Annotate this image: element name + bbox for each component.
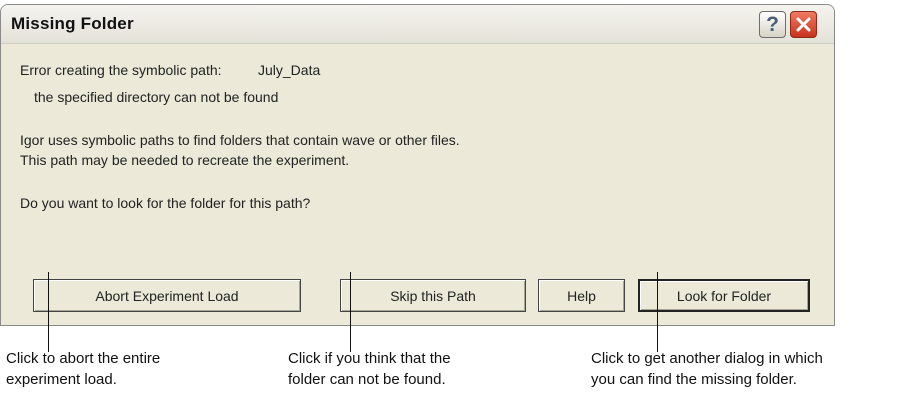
error-label: Error creating the symbolic path: [20,62,222,78]
path-name: July_Data [258,62,321,78]
missing-folder-dialog: Missing Folder ? Error creating the symb… [0,4,835,326]
callout-skip-line-1: Click if you think that the [288,350,451,367]
close-x-icon [796,17,811,32]
info-line-1: Igor uses symbolic paths to find folders… [20,132,460,148]
close-button[interactable] [790,11,817,38]
skip-this-path-button[interactable]: Skip this Path [340,279,526,312]
abort-experiment-load-button[interactable]: Abort Experiment Load [33,279,301,312]
question-mark-icon: ? [766,12,779,36]
title-bar: Missing Folder ? [1,5,834,44]
dialog-title: Missing Folder [11,14,134,33]
callout-look-line-1: Click to get another dialog in which [591,350,823,367]
error-detail: the specified directory can not be found [34,89,279,105]
info-line-2: This path may be needed to recreate the … [20,152,350,168]
callout-abort-note: Click to abort the entire experiment loa… [6,348,160,390]
dialog-content: Error creating the symbolic path: July_D… [1,43,834,325]
callout-abort-line-2: experiment load. [6,371,117,388]
callout-line-look [657,272,658,352]
callout-skip-line-2: folder can not be found. [288,371,446,388]
look-for-folder-button[interactable]: Look for Folder [638,279,810,312]
callout-skip-note: Click if you think that the folder can n… [288,348,451,390]
callout-look-line-2: you can find the missing folder. [591,371,797,388]
callout-line-skip [350,272,351,352]
help-question-button[interactable]: ? [759,11,786,38]
question-text: Do you want to look for the folder for t… [20,195,311,211]
help-button[interactable]: Help [538,279,625,312]
callout-line-abort [48,272,49,352]
callout-look-note: Click to get another dialog in which you… [591,348,823,390]
callout-abort-line-1: Click to abort the entire [6,350,161,367]
